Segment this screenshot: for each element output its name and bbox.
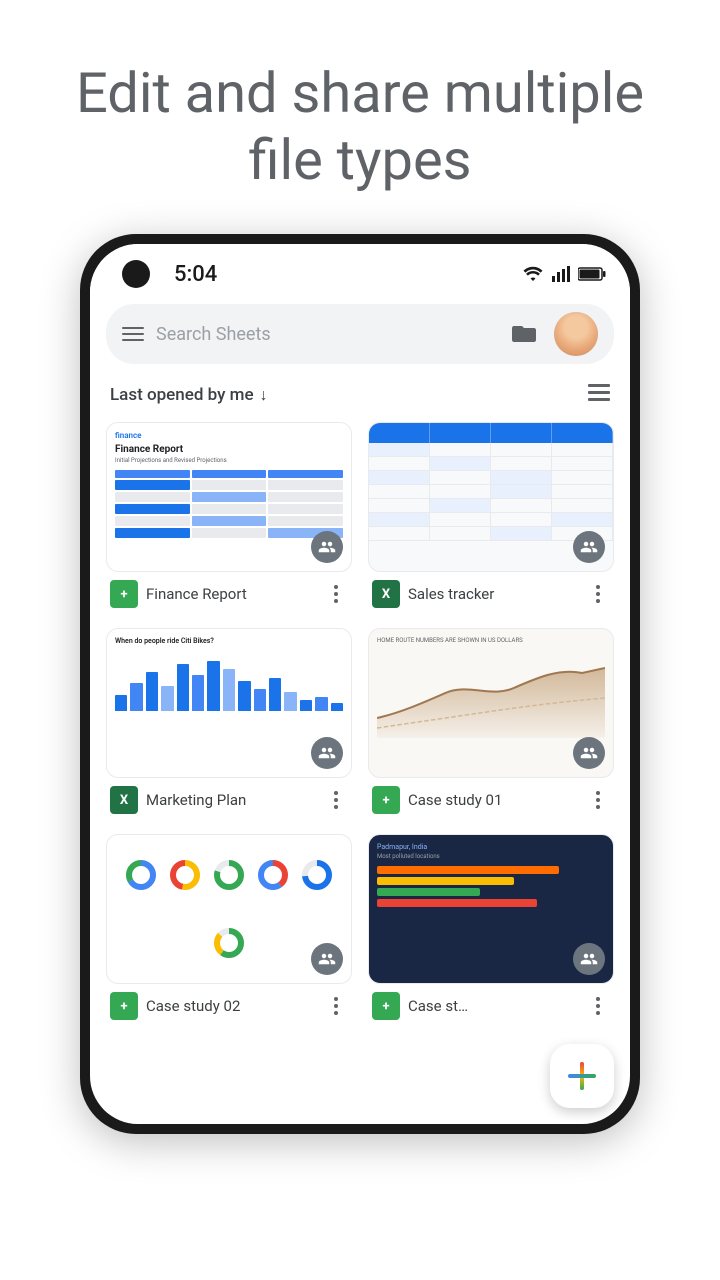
file-thumbnail-case-study-last: Padmapur, India Most polluted locations xyxy=(368,834,614,984)
menu-button[interactable] xyxy=(122,327,144,341)
fab-button[interactable] xyxy=(550,1044,614,1108)
area-chart-case01 xyxy=(377,648,605,738)
donut-chart-3 xyxy=(211,857,247,893)
donut-chart-1 xyxy=(123,857,159,893)
file-name-finance: Finance Report xyxy=(146,585,316,603)
sort-row: Last opened by me ↓ xyxy=(106,384,614,406)
search-bar[interactable]: Search Sheets xyxy=(106,304,614,364)
file-meta-case-study-01: + Case study 01 xyxy=(368,778,614,818)
file-name-case01: Case study 01 xyxy=(408,791,578,809)
avatar[interactable] xyxy=(554,312,598,356)
hero-title: Edit and share multiple file types xyxy=(0,0,720,234)
more-button-case-last[interactable] xyxy=(586,994,610,1018)
file-type-icon-case01: + xyxy=(372,786,400,814)
file-meta-case-study-last: + Case st… xyxy=(368,984,614,1024)
more-button-finance[interactable] xyxy=(324,582,348,606)
more-button-case01[interactable] xyxy=(586,788,610,812)
file-card-sales-tracker[interactable]: X Sales tracker xyxy=(368,422,614,612)
file-meta-marketing-plan: X Marketing Plan xyxy=(106,778,352,818)
file-type-icon-case-last: + xyxy=(372,992,400,1020)
bar-chart-marketing xyxy=(115,651,343,711)
file-card-marketing-plan[interactable]: When do people ride Citi Bikes? xyxy=(106,628,352,818)
share-icon-case-last xyxy=(573,943,605,975)
more-button-marketing[interactable] xyxy=(324,788,348,812)
donut-chart-5 xyxy=(299,857,335,893)
share-icon-case02 xyxy=(311,943,343,975)
file-card-case-study-02[interactable]: + Case study 02 xyxy=(106,834,352,1024)
share-icon-sales xyxy=(573,531,605,563)
file-type-icon-marketing: X xyxy=(110,786,138,814)
status-icons xyxy=(522,266,606,282)
donut-chart-6 xyxy=(211,925,247,961)
file-thumbnail-case-study-02 xyxy=(106,834,352,984)
sort-arrow: ↓ xyxy=(260,385,268,405)
file-card-case-study-last[interactable]: Padmapur, India Most polluted locations … xyxy=(368,834,614,1024)
share-icon-marketing xyxy=(311,737,343,769)
file-thumbnail-finance-report: finance Finance Report Initial Projectio… xyxy=(106,422,352,572)
battery-icon xyxy=(578,267,606,281)
phone-screen: 5:04 xyxy=(90,244,630,1124)
file-grid: finance Finance Report Initial Projectio… xyxy=(106,422,614,1024)
fab-container xyxy=(550,1044,614,1108)
file-card-finance-report[interactable]: finance Finance Report Initial Projectio… xyxy=(106,422,352,612)
file-name-sales: Sales tracker xyxy=(408,585,578,603)
file-type-icon-case02: + xyxy=(110,992,138,1020)
file-thumbnail-sales-tracker xyxy=(368,422,614,572)
share-icon-case01 xyxy=(573,737,605,769)
file-name-marketing: Marketing Plan xyxy=(146,791,316,809)
camera-dot xyxy=(122,260,150,288)
more-button-sales[interactable] xyxy=(586,582,610,606)
signal-icon xyxy=(552,266,570,282)
status-time: 5:04 xyxy=(174,262,217,287)
fab-plus-icon xyxy=(568,1062,596,1090)
file-type-icon-finance: + xyxy=(110,580,138,608)
file-meta-finance-report: + Finance Report xyxy=(106,572,352,612)
app-content: Search Sheets Last opened by me ↓ xyxy=(90,304,630,1024)
donut-chart-2 xyxy=(167,857,203,893)
sort-label-text: Last opened by me xyxy=(110,385,254,405)
file-type-icon-sales: X xyxy=(372,580,400,608)
share-icon-finance xyxy=(311,531,343,563)
sort-button[interactable]: Last opened by me ↓ xyxy=(110,385,268,405)
list-view-button[interactable] xyxy=(588,384,610,406)
file-meta-sales-tracker: X Sales tracker xyxy=(368,572,614,612)
phone-frame: 5:04 xyxy=(80,234,640,1134)
wifi-icon xyxy=(522,266,544,282)
file-thumbnail-marketing-plan: When do people ride Citi Bikes? xyxy=(106,628,352,778)
more-button-case02[interactable] xyxy=(324,994,348,1018)
file-thumbnail-case-study-01: HOME ROUTE NUMBERS ARE SHOWN IN US DOLLA… xyxy=(368,628,614,778)
file-meta-case-study-02: + Case study 02 xyxy=(106,984,352,1024)
file-name-case02: Case study 02 xyxy=(146,997,316,1015)
status-bar: 5:04 xyxy=(90,244,630,304)
search-placeholder[interactable]: Search Sheets xyxy=(156,324,494,345)
donut-chart-4 xyxy=(255,857,291,893)
file-card-case-study-01[interactable]: HOME ROUTE NUMBERS ARE SHOWN IN US DOLLA… xyxy=(368,628,614,818)
file-name-case-last: Case st… xyxy=(408,997,578,1015)
folder-button[interactable] xyxy=(506,316,542,352)
